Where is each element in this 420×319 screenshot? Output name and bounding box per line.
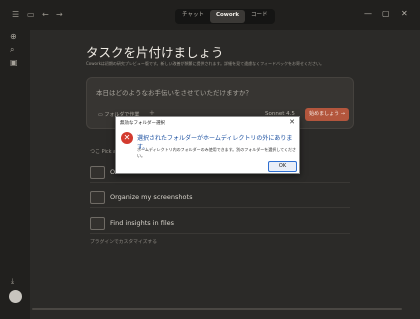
tab-cowork[interactable]: Cowork	[209, 10, 245, 23]
dialog-detail-message: ホームディレクトリ内のフォルダーのみ使用できます。別のフォルダーを選択してくださ…	[137, 147, 296, 158]
task-suggestion[interactable]: Find insights in files	[90, 217, 350, 234]
tab-chat[interactable]: チャット	[176, 10, 210, 23]
task-suggestion[interactable]: Organize my screenshots	[90, 191, 350, 208]
avatar[interactable]	[9, 290, 22, 303]
preview-notice: Coworkは初期の研究プレビュー版です。新しい改善が頻繁に提供されます。詳細を…	[86, 61, 325, 66]
title-bar: ☰ ▭ ← → チャット Cowork コード — ▢ ✕	[0, 0, 420, 30]
pick-a-task-label: つこ Pick a	[90, 149, 117, 155]
search-icon[interactable]: ⌕	[10, 45, 14, 55]
task-label: Organize my screenshots	[110, 193, 193, 201]
task-icon	[90, 191, 105, 204]
sidebar-toggle-icon[interactable]: ▭	[27, 10, 35, 20]
prompt-placeholder[interactable]: 本日はどのようなお手伝いをさせていただけますか？	[96, 87, 252, 97]
dialog-close-button[interactable]: ✕	[289, 118, 295, 126]
download-icon[interactable]: ⤓	[11, 277, 14, 286]
minimize-button[interactable]: —	[364, 9, 372, 19]
tab-code[interactable]: コード	[245, 10, 274, 23]
mode-switch: チャット Cowork コード	[175, 9, 275, 24]
briefcase-icon[interactable]: ▣	[10, 58, 18, 67]
error-icon: ✕	[121, 132, 133, 144]
app-window: ☰ ▭ ← → チャット Cowork コード — ▢ ✕ ⊕ ⌕ ▣ ⤓ タス…	[0, 0, 420, 319]
horizontal-scrollbar[interactable]	[32, 308, 402, 310]
menu-icon[interactable]: ☰	[12, 10, 19, 20]
forward-icon[interactable]: →	[56, 10, 63, 20]
dialog-title: 無効なフォルダー選択	[120, 121, 165, 126]
close-window-button[interactable]: ✕	[401, 9, 408, 19]
page-title: タスクを片付けましょう	[86, 45, 224, 60]
sidebar: ⊕ ⌕ ▣	[0, 30, 30, 319]
task-label: Find insights in files	[110, 219, 175, 227]
invalid-folder-dialog: 無効なフォルダー選択 ✕ ✕ 選択されたフォルダーがホームディレクトリの外にあり…	[115, 116, 300, 174]
ok-button[interactable]: OK	[268, 161, 297, 172]
task-icon	[90, 166, 105, 179]
back-icon[interactable]: ←	[42, 10, 49, 20]
start-button[interactable]: 始めましょう →	[305, 108, 349, 121]
plus-icon[interactable]: ⊕	[10, 32, 17, 41]
task-icon	[90, 217, 105, 230]
customize-with-plugins-link[interactable]: プラグインでカスタマイズする	[90, 238, 157, 245]
maximize-button[interactable]: ▢	[382, 9, 390, 19]
